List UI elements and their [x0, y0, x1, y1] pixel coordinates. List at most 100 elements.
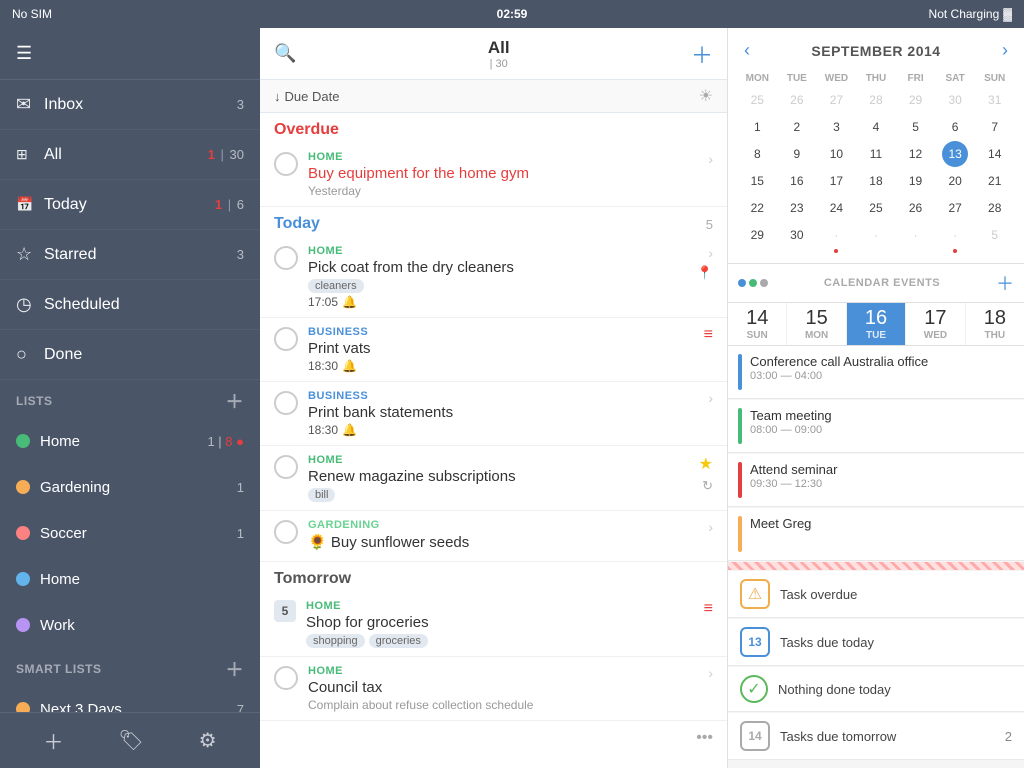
cal-day[interactable]: 9	[784, 141, 810, 167]
event-item[interactable]: Conference call Australia office 03:00 —…	[728, 346, 1024, 399]
cal-day[interactable]: 10	[823, 141, 849, 167]
task-checkbox[interactable]	[274, 391, 298, 415]
tags-button[interactable]: 🏷	[118, 728, 143, 753]
cal-day[interactable]: 5	[982, 222, 1008, 248]
list-item-gardening[interactable]: Gardening 1	[0, 464, 260, 510]
cal-day[interactable]: 28	[982, 195, 1008, 221]
list-item-home2[interactable]: Home	[0, 556, 260, 602]
cal-day[interactable]: 16	[784, 168, 810, 194]
prev-month-button[interactable]: ‹	[738, 38, 756, 63]
list-item-home1[interactable]: Home 1 | 8 ●	[0, 418, 260, 464]
task-item[interactable]: BUSINESS Print vats 18:30 🔔 ≡	[260, 318, 727, 382]
calendar-events-dots	[738, 279, 768, 287]
cal-day-today[interactable]: 13	[942, 141, 968, 167]
task-checkbox[interactable]	[274, 327, 298, 351]
task-item[interactable]: HOME Buy equipment for the home gym Yest…	[260, 143, 727, 207]
add-event-button[interactable]: ＋	[996, 270, 1014, 296]
cal-day[interactable]: 29	[903, 87, 929, 113]
cal-day[interactable]: 28	[863, 87, 889, 113]
cal-day[interactable]: 14	[982, 141, 1008, 167]
cal-day[interactable]: 2	[784, 114, 810, 140]
sidebar-item-all[interactable]: ⊞ All 1 | 30	[0, 130, 260, 180]
day-cell-16-selected[interactable]: 16 TUE	[847, 303, 906, 345]
event-name: Conference call Australia office	[750, 354, 1014, 369]
cal-day[interactable]: 18	[863, 168, 889, 194]
list-item-soccer[interactable]: Soccer 1	[0, 510, 260, 556]
cal-day[interactable]: 20	[942, 168, 968, 194]
cal-day[interactable]: 6	[942, 114, 968, 140]
cal-day[interactable]: 7	[982, 114, 1008, 140]
sidebar-item-today[interactable]: 📅 Today 1 | 6	[0, 180, 260, 230]
task-item[interactable]: 5 HOME Shop for groceries shopping groce…	[260, 592, 727, 657]
cal-day[interactable]: 31	[982, 87, 1008, 113]
day-cell-17[interactable]: 17 WED	[906, 303, 965, 345]
cal-day[interactable]: 30	[942, 87, 968, 113]
cal-day[interactable]: 19	[903, 168, 929, 194]
sort-settings-icon[interactable]: ☀	[699, 86, 713, 106]
task-item[interactable]: HOME Council tax Complain about refuse c…	[260, 657, 727, 721]
cal-day[interactable]: 27	[823, 87, 849, 113]
task-checkbox[interactable]	[274, 246, 298, 270]
day-cell-18[interactable]: 18 THU	[966, 303, 1024, 345]
list-item-work[interactable]: Work	[0, 602, 260, 648]
cal-day[interactable]: 8	[744, 141, 770, 167]
task-item[interactable]: BUSINESS Print bank statements 18:30 🔔 ›	[260, 382, 727, 446]
task-checkbox[interactable]	[274, 152, 298, 176]
task-checkbox[interactable]	[274, 520, 298, 544]
next-month-button[interactable]: ›	[996, 38, 1014, 63]
cal-day[interactable]: 26	[903, 195, 929, 221]
task-checkbox[interactable]	[274, 666, 298, 690]
day-cell-14[interactable]: 14 SUN	[728, 303, 787, 345]
cal-day[interactable]: 26	[784, 87, 810, 113]
cal-day[interactable]: 21	[982, 168, 1008, 194]
event-item[interactable]: Meet Greg	[728, 508, 1024, 561]
cal-day[interactable]: 4	[863, 114, 889, 140]
task-item[interactable]: HOME Pick coat from the dry cleaners cle…	[260, 237, 727, 318]
dow-tue: TUE	[778, 71, 817, 86]
list-badge: 1 | 8 ●	[207, 434, 244, 449]
list-name: Soccer	[40, 525, 237, 542]
more-icon[interactable]: •••	[696, 729, 713, 747]
cal-day[interactable]: 23	[784, 195, 810, 221]
list-color-dot	[16, 702, 30, 712]
cal-day[interactable]: 1	[744, 114, 770, 140]
add-task-button[interactable]: ＋	[43, 726, 63, 755]
cal-day[interactable]: ·	[903, 222, 929, 248]
menu-icon[interactable]: ☰	[16, 43, 32, 64]
search-button[interactable]: 🔍	[274, 43, 296, 64]
cal-day[interactable]: 29	[744, 222, 770, 248]
cal-day[interactable]: 15	[744, 168, 770, 194]
sort-label[interactable]: ↓ Due Date	[274, 89, 339, 104]
cal-day[interactable]: 12	[903, 141, 929, 167]
cal-day[interactable]: 17	[823, 168, 849, 194]
day-cell-15[interactable]: 15 MON	[787, 303, 846, 345]
task-checkbox[interactable]	[274, 455, 298, 479]
cal-day[interactable]: 3	[823, 114, 849, 140]
list-item-next3days[interactable]: Next 3 Days 7	[0, 686, 260, 712]
cal-day[interactable]: 30	[784, 222, 810, 248]
cal-day[interactable]: 22	[744, 195, 770, 221]
cal-day[interactable]: ·	[942, 222, 968, 248]
add-smart-list-button[interactable]: ＋	[226, 656, 245, 682]
cal-day[interactable]: 24	[823, 195, 849, 221]
cal-day[interactable]: ·	[863, 222, 889, 248]
sidebar-item-done[interactable]: ○ Done	[0, 330, 260, 380]
event-body: Conference call Australia office 03:00 —…	[750, 354, 1014, 382]
event-item[interactable]: Attend seminar 09:30 — 12:30	[728, 454, 1024, 507]
cal-day[interactable]: 11	[863, 141, 889, 167]
cal-day[interactable]: 27	[942, 195, 968, 221]
task-item[interactable]: HOME Renew magazine subscriptions bill ★…	[260, 446, 727, 511]
settings-button[interactable]: ⚙	[199, 728, 217, 753]
sidebar-item-scheduled[interactable]: ◷ Scheduled	[0, 280, 260, 330]
cal-day[interactable]: ·	[823, 222, 849, 248]
add-button[interactable]: ＋	[691, 38, 713, 70]
sidebar-item-starred[interactable]: ☆ Starred 3	[0, 230, 260, 280]
cal-day[interactable]: 25	[863, 195, 889, 221]
task-item[interactable]: GARDENING 🌻 Buy sunflower seeds ›	[260, 511, 727, 562]
day-number: 15	[789, 307, 843, 330]
add-list-button[interactable]: ＋	[226, 388, 245, 414]
event-item[interactable]: Team meeting 08:00 — 09:00	[728, 400, 1024, 453]
cal-day[interactable]: 25	[744, 87, 770, 113]
cal-day[interactable]: 5	[903, 114, 929, 140]
sidebar-item-inbox[interactable]: ✉ Inbox 3	[0, 80, 260, 130]
